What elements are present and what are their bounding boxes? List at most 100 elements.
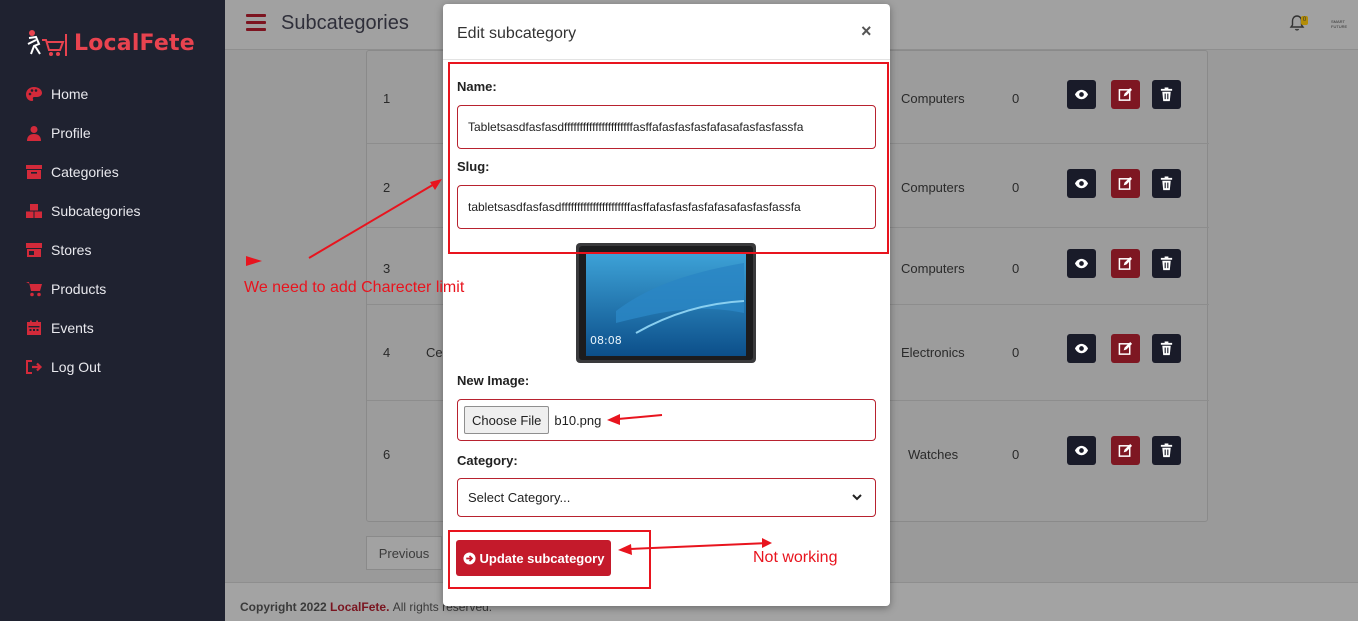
slug-input[interactable]: tabletsasdfasfasdffffffffffffffffffffffa… xyxy=(457,185,876,229)
palette-icon xyxy=(25,86,43,102)
chevron-down-icon xyxy=(852,494,862,501)
delete-button[interactable] xyxy=(1152,80,1181,109)
edit-icon xyxy=(1118,256,1133,270)
edit-button[interactable] xyxy=(1111,249,1140,278)
annotation-char-limit: We need to add Charecter limit xyxy=(244,279,465,296)
calendar-icon xyxy=(25,320,43,336)
pagination-previous[interactable]: Previous xyxy=(366,536,442,570)
modal-title: Edit subcategory xyxy=(457,25,577,42)
sidebar-item-categories[interactable]: Categories xyxy=(0,152,225,191)
sidebar-item-stores[interactable]: Stores xyxy=(0,230,225,269)
image-file-input[interactable]: Choose File b10.png xyxy=(457,399,876,441)
edit-icon xyxy=(1118,443,1133,457)
sidebar-item-label: Subcategories xyxy=(51,202,141,219)
delete-button[interactable] xyxy=(1152,169,1181,198)
view-button[interactable] xyxy=(1067,80,1096,109)
edit-icon xyxy=(1118,87,1133,101)
update-subcategory-label: Update subcategory xyxy=(479,550,605,566)
arrow-circle-right-icon xyxy=(462,551,476,565)
sidebar-item-label: Stores xyxy=(51,241,92,258)
page-title: Subcategories xyxy=(281,12,409,34)
new-image-label: New Image: xyxy=(457,373,530,388)
sidebar-item-label: Categories xyxy=(51,163,119,180)
sidebar-item-products[interactable]: Products xyxy=(0,269,225,308)
sidebar-item-profile[interactable]: Profile xyxy=(0,113,225,152)
edit-button[interactable] xyxy=(1111,334,1140,363)
row-category: Computers xyxy=(901,180,965,195)
eye-icon xyxy=(1074,178,1089,189)
sidebar-item-label: Profile xyxy=(51,124,91,141)
modal-header: Edit subcategory × xyxy=(443,4,890,60)
brand-logo[interactable]: LocalFete xyxy=(24,26,195,60)
sidebar-item-home[interactable]: Home xyxy=(0,74,225,113)
trash-icon xyxy=(1160,341,1173,356)
sidebar-item-label: Events xyxy=(51,319,94,336)
view-button[interactable] xyxy=(1067,169,1096,198)
row-number: 6 xyxy=(383,447,391,462)
sidebar-item-label: Home xyxy=(51,85,89,102)
eye-icon xyxy=(1074,343,1089,354)
update-subcategory-button[interactable]: Update subcategory xyxy=(456,540,611,576)
trash-icon xyxy=(1160,87,1173,102)
boxes-icon xyxy=(25,203,43,219)
footer-brand-link[interactable]: LocalFete. xyxy=(330,600,389,614)
trash-icon xyxy=(1160,176,1173,191)
view-button[interactable] xyxy=(1067,436,1096,465)
sidebar-nav: Home Profile Categories Subcategories St… xyxy=(0,74,225,386)
row-number: 3 xyxy=(383,261,391,276)
edit-button[interactable] xyxy=(1111,80,1140,109)
row-count: 0 xyxy=(1012,345,1020,360)
close-icon[interactable]: × xyxy=(861,21,872,42)
user-icon xyxy=(25,125,43,141)
view-button[interactable] xyxy=(1067,334,1096,363)
row-count: 0 xyxy=(1012,261,1020,276)
edit-icon xyxy=(1118,341,1133,355)
notification-badge: 0 xyxy=(1301,16,1308,25)
category-label: Category: xyxy=(457,453,518,468)
trash-icon xyxy=(1160,256,1173,271)
sidebar-item-label: Log Out xyxy=(51,358,101,375)
delete-button[interactable] xyxy=(1152,436,1181,465)
category-select[interactable]: Select Category... xyxy=(457,478,876,517)
sidebar-item-events[interactable]: Events xyxy=(0,308,225,347)
slug-label: Slug: xyxy=(457,159,490,174)
sidebar: LocalFete Home Profile Categories Subcat… xyxy=(0,0,225,621)
eye-icon xyxy=(1074,445,1089,456)
edit-subcategory-modal: Edit subcategory × Name: Tabletsasdfasfa… xyxy=(443,4,890,606)
copyright-text: Copyright 2022 xyxy=(240,600,327,614)
view-button[interactable] xyxy=(1067,249,1096,278)
edit-icon xyxy=(1118,176,1133,190)
row-number: 4 xyxy=(383,345,391,360)
name-label: Name: xyxy=(457,79,497,94)
logo-mark-icon xyxy=(24,26,70,60)
selected-file-name: b10.png xyxy=(554,412,602,428)
sidebar-item-label: Products xyxy=(51,280,107,297)
annotation-not-working: Not working xyxy=(753,549,838,566)
row-count: 0 xyxy=(1012,180,1020,195)
row-name: Ce xyxy=(426,345,443,360)
edit-button[interactable] xyxy=(1111,169,1140,198)
row-count: 0 xyxy=(1012,91,1020,106)
menu-toggle-icon[interactable] xyxy=(246,14,266,32)
cart-icon xyxy=(25,281,43,297)
edit-button[interactable] xyxy=(1111,436,1140,465)
choose-file-button[interactable]: Choose File xyxy=(464,406,550,434)
delete-button[interactable] xyxy=(1152,334,1181,363)
row-number: 2 xyxy=(383,180,391,195)
eye-icon xyxy=(1074,89,1089,100)
brand-name: LocalFete xyxy=(74,30,195,56)
sidebar-item-logout[interactable]: Log Out xyxy=(0,347,225,386)
trash-icon xyxy=(1160,443,1173,458)
sidebar-item-subcategories[interactable]: Subcategories xyxy=(0,191,225,230)
category-select-value: Select Category... xyxy=(468,490,571,505)
user-menu[interactable]: SMART FUTURE xyxy=(1331,19,1358,29)
row-count: 0 xyxy=(1012,447,1020,462)
row-category: Computers xyxy=(901,91,965,106)
name-input[interactable]: Tabletsasdfasfasdffffffffffffffffffffffa… xyxy=(457,105,876,149)
delete-button[interactable] xyxy=(1152,249,1181,278)
row-category: Electronics xyxy=(901,345,965,360)
row-category: Watches xyxy=(908,447,959,462)
svg-text:08:08: 08:08 xyxy=(590,334,622,347)
archive-icon xyxy=(25,164,43,180)
eye-icon xyxy=(1074,258,1089,269)
